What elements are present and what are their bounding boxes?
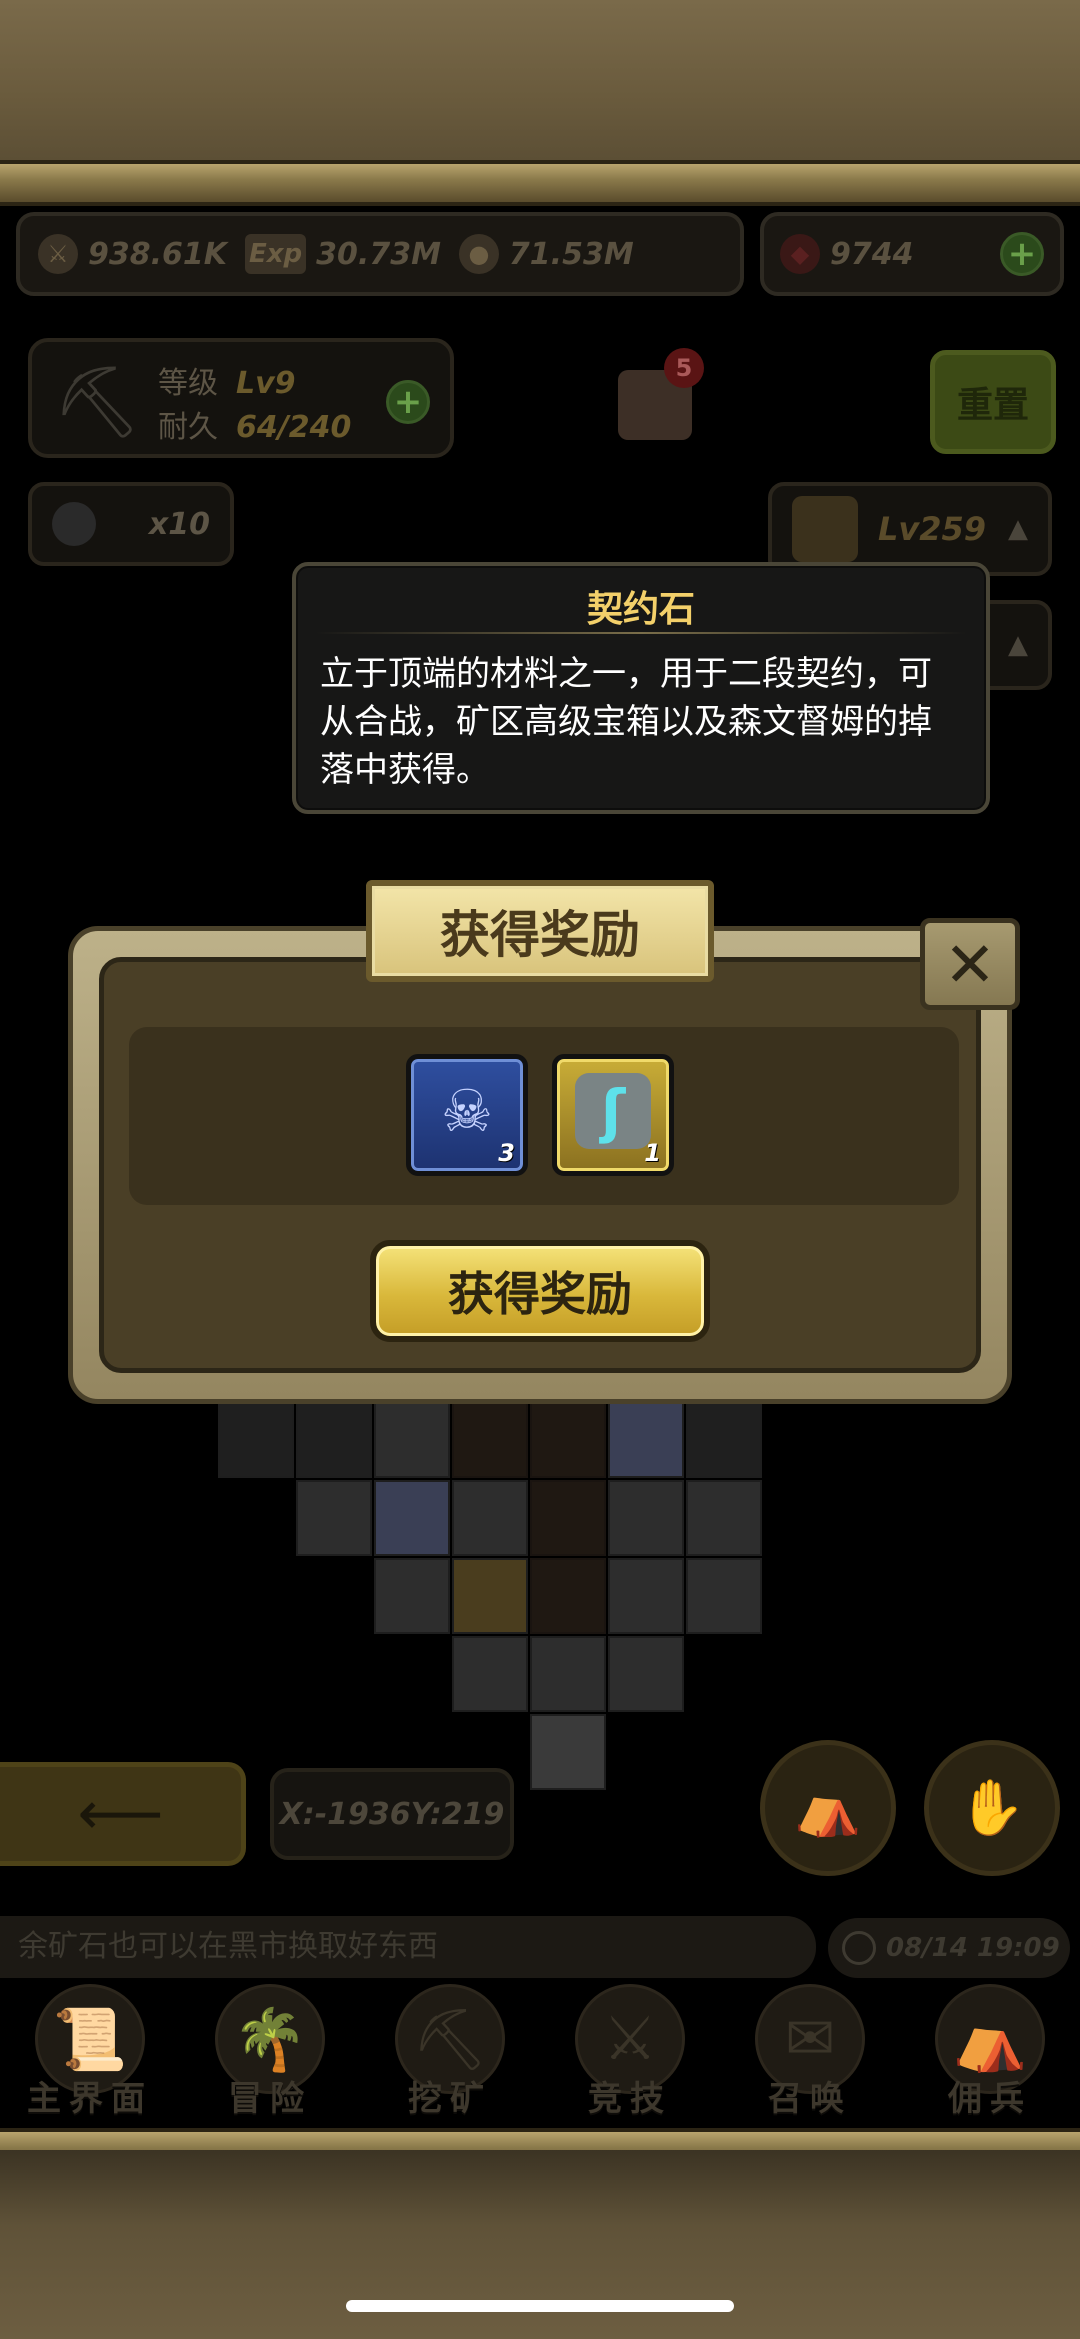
pickaxe-icon: ⛏ (52, 361, 142, 443)
mine-tile[interactable] (218, 1402, 294, 1478)
tooltip-title: 契约石 (586, 589, 695, 630)
item-count: 1 (644, 1139, 661, 1167)
back-arrow-icon: ⟵ (77, 1779, 164, 1849)
nav-arena[interactable]: ⚔ 竞技 (540, 1980, 720, 2130)
mine-tile[interactable] (686, 1402, 762, 1478)
reset-button[interactable]: 重置 (930, 350, 1056, 454)
gem-bar: ◆ 9744 + (760, 212, 1064, 296)
mine-tile[interactable] (374, 1402, 450, 1478)
mine-tile[interactable] (296, 1480, 372, 1556)
mine-tile[interactable] (530, 1558, 606, 1634)
mine-tile[interactable] (608, 1636, 684, 1712)
mine-tile[interactable] (296, 1402, 372, 1478)
loot-bag-icon: ✋ (958, 1776, 1026, 1839)
demon-mask-icon: ☠ (441, 1077, 493, 1145)
clock-display: 08/14 19:09 (828, 1918, 1070, 1978)
resource-bar: ⚔ 938.61K Exp 30.73M ● 71.53M (16, 212, 744, 296)
clock-icon (842, 1931, 876, 1965)
gold-resource: ● 71.53M (458, 234, 634, 274)
nav-summon[interactable]: ✉ 召唤 (720, 1980, 900, 2130)
exp-icon: Exp (245, 234, 307, 274)
add-gems-button[interactable]: + (1000, 232, 1044, 276)
pickaxe-durability-row: 耐久 64/240 (158, 410, 352, 445)
tooltip-description: 立于顶端的材料之一，用于二段契约，可从合战，矿区高级宝箱以及森文督姆的掉落中获得… (320, 654, 932, 790)
pickaxe-panel: ⛏ 等级 Lv9 耐久 64/240 + (28, 338, 454, 458)
mine-tile[interactable] (374, 1558, 450, 1634)
close-button[interactable]: ✕ (920, 918, 1020, 1010)
mine-tile[interactable] (452, 1480, 528, 1556)
news-ticker: 余矿石也可以在黑市换取好东西 (0, 1916, 816, 1978)
reward-item-contract-stone[interactable]: ʃ 1 (552, 1054, 674, 1176)
nav-mercenary[interactable]: ⛺ 佣兵 (900, 1980, 1080, 2130)
parchment-top (0, 0, 1080, 160)
mine-tile[interactable] (686, 1558, 762, 1634)
mine-tile[interactable] (608, 1480, 684, 1556)
chest-count-badge: 5 (664, 348, 704, 388)
mine-tile[interactable] (530, 1480, 606, 1556)
expand-up-icon-2: ▲ (1008, 630, 1028, 660)
tooltip-divider (316, 632, 966, 634)
mine-tile[interactable] (608, 1402, 684, 1478)
mine-tile[interactable] (530, 1714, 606, 1790)
expand-up-icon: ▲ (1008, 514, 1028, 544)
reward-strip (129, 1027, 959, 1205)
mine-tile[interactable] (530, 1636, 606, 1712)
gem-resource: ◆ 9744 (780, 234, 914, 274)
dialog-title: 获得奖励 (366, 880, 714, 982)
mine-tile[interactable] (686, 1480, 762, 1556)
top-rail (0, 160, 1080, 206)
pickaxe-level-row: 等级 Lv9 (158, 366, 296, 401)
mine-tile[interactable] (374, 1480, 450, 1556)
bomb-panel[interactable]: x10 (28, 482, 234, 566)
sword-icon: ⚔ (38, 234, 78, 274)
ruby-icon: ◆ (780, 234, 820, 274)
mine-tile[interactable] (452, 1636, 528, 1712)
item-count: 3 (498, 1139, 515, 1167)
coordinates-display: X:-1936Y:219 (270, 1768, 514, 1860)
bag-button[interactable]: ✋ (924, 1740, 1060, 1876)
gold-coin-icon: ● (458, 234, 499, 274)
nav-adventure[interactable]: 🌴 冒险 (180, 1980, 360, 2130)
contract-stone-icon: ʃ (575, 1073, 651, 1149)
nav-home[interactable]: 📜 主界面 (0, 1980, 180, 2130)
wrench-tent-icon: ⛺ (794, 1776, 862, 1839)
close-icon: ✕ (944, 927, 996, 1001)
mine-tile[interactable] (608, 1558, 684, 1634)
reward-item-demon-mask[interactable]: ☠ 3 (406, 1054, 528, 1176)
claim-reward-button[interactable]: 获得奖励 (370, 1240, 710, 1342)
hero-avatar (792, 496, 858, 562)
home-indicator[interactable] (346, 2300, 734, 2312)
bomb-count: x10 (148, 506, 210, 542)
attack-resource: ⚔ 938.61K (38, 234, 227, 274)
gold-ore-tile[interactable] (452, 1558, 528, 1634)
exp-resource: Exp 30.73M (245, 234, 441, 274)
upgrade-pickaxe-button[interactable]: + (386, 380, 430, 424)
upgrade-tent-button[interactable]: ⛺ (760, 1740, 896, 1876)
bottom-nav: 📜 主界面 🌴 冒险 ⛏ 挖矿 ⚔ 竞技 ✉ 召唤 ⛺ 佣兵 (0, 1980, 1080, 2130)
bomb-icon (52, 502, 96, 546)
mine-tile[interactable] (530, 1402, 606, 1478)
back-button[interactable]: ⟵ (0, 1762, 246, 1866)
nav-mining[interactable]: ⛏ 挖矿 (360, 1980, 540, 2130)
item-tooltip: 契约石 立于顶端的材料之一，用于二段契约，可从合战，矿区高级宝箱以及森文督姆的掉… (292, 562, 990, 814)
hero-level: Lv259 (878, 510, 987, 548)
mine-tile[interactable] (452, 1402, 528, 1478)
